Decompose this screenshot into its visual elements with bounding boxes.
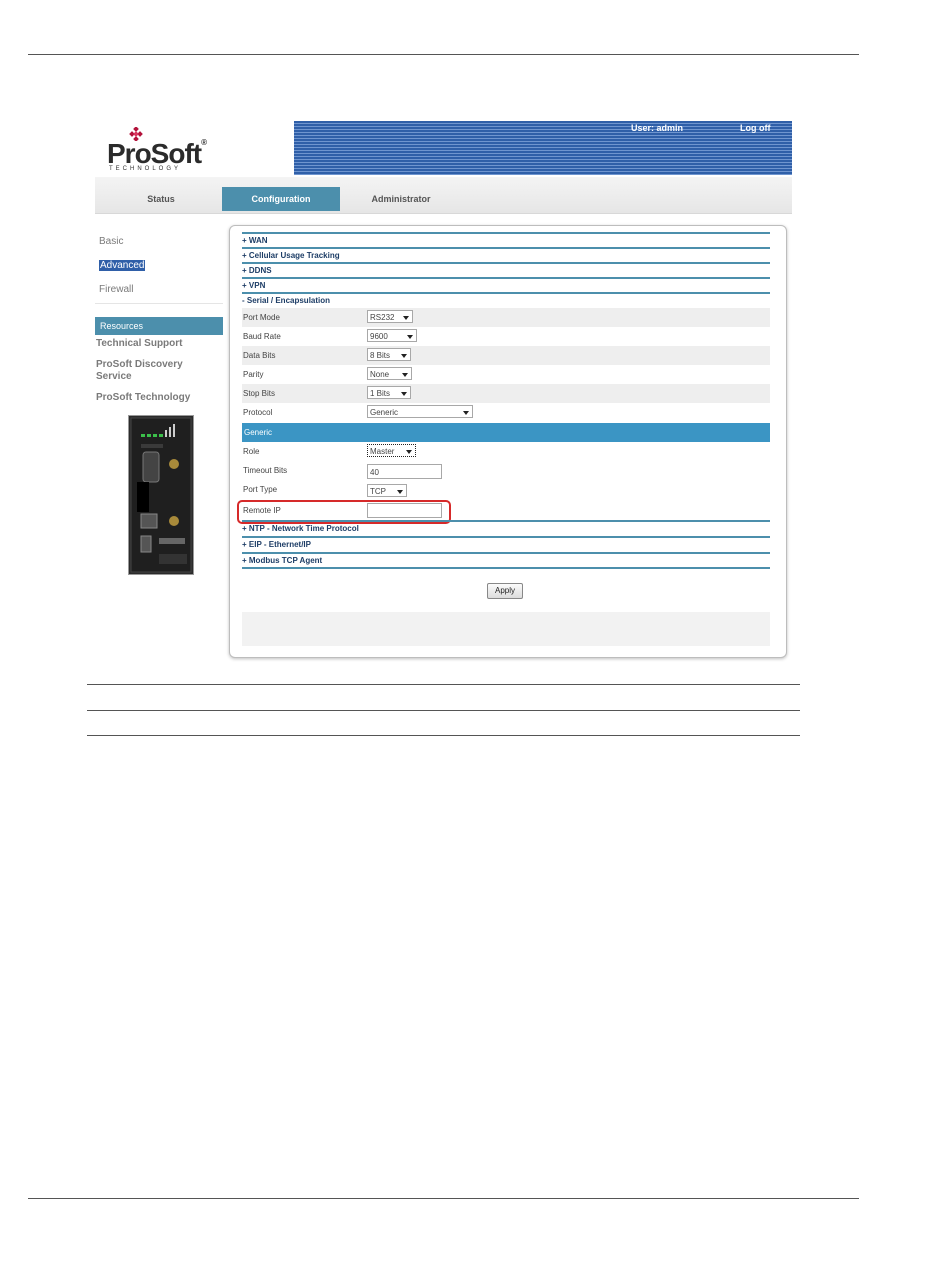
apply-area: Apply — [242, 572, 770, 612]
chevron-down-icon — [401, 392, 407, 396]
sidebar: Basic Advanced Firewall Resources Techni… — [95, 221, 223, 403]
row-port-type: Port Type TCP — [242, 480, 770, 499]
parity-select[interactable]: None — [367, 367, 412, 380]
tab-configuration[interactable]: Configuration — [222, 187, 340, 211]
row-port-mode: Port Mode RS232 — [242, 308, 770, 327]
section-cellular-usage[interactable]: + Cellular Usage Tracking — [242, 247, 770, 261]
row-data-bits: Data Bits 8 Bits — [242, 346, 770, 365]
chevron-down-icon — [403, 316, 409, 320]
sidebar-nav: Basic Advanced Firewall — [95, 221, 223, 304]
chevron-down-icon — [463, 411, 469, 415]
resource-prosoft-discovery[interactable]: ProSoft Discovery Service — [96, 359, 196, 383]
tab-administrator[interactable]: Administrator — [342, 187, 460, 211]
panel-footer — [242, 612, 770, 646]
section-serial-encapsulation[interactable]: - Serial / Encapsulation — [242, 292, 770, 306]
port-type-select[interactable]: TCP — [367, 484, 407, 497]
resource-prosoft-technology[interactable]: ProSoft Technology — [96, 392, 190, 404]
section-ntp[interactable]: + NTP - Network Time Protocol — [242, 520, 770, 534]
resources-heading: Resources — [95, 317, 223, 335]
caption-rule-2 — [87, 710, 800, 711]
data-bits-label: Data Bits — [243, 351, 276, 360]
row-protocol: Protocol Generic — [242, 403, 770, 422]
top-rule — [28, 54, 859, 55]
chevron-down-icon — [397, 490, 403, 494]
router-web-ui-screenshot: ProSoft® TECHNOLOGY User: admin Log off … — [95, 121, 792, 662]
current-user-label: User: admin — [631, 123, 684, 133]
logoff-link[interactable]: Log off — [740, 123, 771, 133]
main-tabs: Status Configuration Administrator — [95, 177, 792, 214]
chevron-down-icon — [402, 373, 408, 377]
caption-rule-1 — [87, 684, 800, 685]
stop-bits-select[interactable]: 1 Bits — [367, 386, 411, 399]
section-wan[interactable]: + WAN — [242, 232, 770, 246]
protocol-label: Protocol — [243, 408, 273, 417]
section-ddns[interactable]: + DDNS — [242, 262, 770, 276]
row-stop-bits: Stop Bits 1 Bits — [242, 384, 770, 403]
chevron-down-icon — [407, 335, 413, 339]
logo-area: ProSoft® TECHNOLOGY — [95, 121, 294, 175]
tab-status[interactable]: Status — [102, 187, 220, 211]
header-banner: ProSoft® TECHNOLOGY User: admin Log off — [95, 121, 792, 175]
caption-rule-3 — [87, 735, 800, 736]
parity-label: Parity — [243, 370, 264, 379]
section-eip[interactable]: + EIP - Ethernet/IP — [242, 536, 770, 550]
sidebar-item-firewall[interactable]: Firewall — [99, 284, 133, 295]
role-label: Role — [243, 447, 260, 456]
config-panel: + WAN + Cellular Usage Tracking + DDNS +… — [229, 225, 787, 658]
radio-device-image — [128, 415, 194, 575]
timeout-bits-input[interactable]: 40 — [367, 464, 442, 479]
sidebar-item-basic[interactable]: Basic — [99, 236, 123, 247]
timeout-bits-label: Timeout Bits — [243, 466, 288, 475]
port-mode-select[interactable]: RS232 — [367, 310, 413, 323]
row-baud-rate: Baud Rate 9600 — [242, 327, 770, 346]
role-select[interactable]: Master — [367, 444, 416, 457]
bottom-rule — [28, 1198, 859, 1199]
chevron-down-icon — [401, 354, 407, 358]
stop-bits-label: Stop Bits — [243, 389, 276, 398]
resource-technical-support[interactable]: Technical Support — [96, 338, 183, 350]
port-mode-label: Port Mode — [243, 313, 280, 322]
protocol-select[interactable]: Generic — [367, 405, 473, 418]
section-modbus-tcp-agent[interactable]: + Modbus TCP Agent — [242, 552, 770, 566]
generic-subheader: Generic — [242, 423, 770, 442]
row-parity: Parity None — [242, 365, 770, 384]
logo-tagline: TECHNOLOGY — [109, 166, 182, 172]
section-divider — [242, 567, 770, 569]
row-timeout-bits: Timeout Bits 40 — [242, 461, 770, 480]
section-vpn[interactable]: + VPN — [242, 277, 770, 291]
apply-button[interactable]: Apply — [487, 583, 523, 599]
sidebar-item-advanced[interactable]: Advanced — [99, 260, 146, 271]
chevron-down-icon — [406, 450, 412, 454]
port-type-label: Port Type — [243, 485, 278, 494]
data-bits-select[interactable]: 8 Bits — [367, 348, 411, 361]
baud-rate-label: Baud Rate — [243, 332, 281, 341]
baud-rate-select[interactable]: 9600 — [367, 329, 417, 342]
row-role: Role Master — [242, 442, 770, 461]
